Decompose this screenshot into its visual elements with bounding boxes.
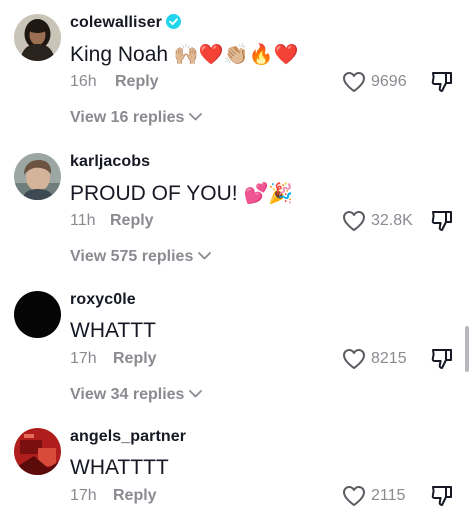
scrollbar-thumb[interactable] xyxy=(465,326,469,372)
heart-icon xyxy=(343,486,365,506)
comment-timestamp: 11h xyxy=(70,212,96,229)
avatar-image xyxy=(14,428,61,475)
comment-timestamp: 16h xyxy=(70,73,97,90)
view-replies-button[interactable]: View 34 replies xyxy=(70,386,203,404)
chevron-down-icon xyxy=(189,390,203,398)
comment-item: roxyc0le WHATTT 17h Reply View 34 replie… xyxy=(0,277,474,414)
comment-timestamp: 17h xyxy=(70,350,97,367)
dislike-button[interactable] xyxy=(430,484,454,508)
avatar[interactable] xyxy=(14,153,61,200)
comment-username[interactable]: colewalliser xyxy=(70,14,181,32)
like-button[interactable]: 2115 xyxy=(342,485,405,507)
avatar[interactable] xyxy=(14,291,61,338)
comment-username[interactable]: karljacobs xyxy=(70,153,150,171)
like-button[interactable]: 9696 xyxy=(342,71,407,93)
comment-timestamp: 17h xyxy=(70,487,97,504)
comment-text: WHATTTT xyxy=(70,456,169,479)
avatar-image xyxy=(14,14,61,61)
like-button[interactable]: 8215 xyxy=(342,348,407,370)
heart-icon xyxy=(343,72,365,92)
reply-button[interactable]: Reply xyxy=(113,487,157,505)
like-count: 8215 xyxy=(371,350,407,367)
view-replies-button[interactable]: View 16 replies xyxy=(70,109,203,127)
comment-item: karljacobs PROUD OF YOU! 💕🎉 11h Reply Vi… xyxy=(0,139,474,276)
avatar-image xyxy=(14,291,61,338)
avatar[interactable] xyxy=(14,428,61,475)
dislike-button[interactable] xyxy=(430,347,454,371)
chevron-down-icon xyxy=(198,252,212,260)
chevron-down-icon xyxy=(189,113,203,121)
verified-badge-icon xyxy=(165,14,181,29)
comment-item: colewalliser King Noah 🙌🏼❤️👏🏼🔥❤️ 16h Rep… xyxy=(0,0,474,137)
thumbs-down-icon xyxy=(431,349,452,369)
avatar-image xyxy=(14,153,61,200)
view-replies-button[interactable]: View 575 replies xyxy=(70,248,212,266)
thumbs-down-icon xyxy=(431,211,452,231)
heart-icon xyxy=(343,349,365,369)
comment-username[interactable]: roxyc0le xyxy=(70,291,136,309)
like-count: 32.8K xyxy=(371,212,413,229)
thumbs-down-icon xyxy=(431,486,452,506)
like-button[interactable]: 32.8K xyxy=(342,210,413,232)
comment-item: angels_partner WHATTTT 17h Reply 2115 xyxy=(0,414,474,522)
dislike-button[interactable] xyxy=(430,209,454,233)
comment-text: King Noah 🙌🏼❤️👏🏼🔥❤️ xyxy=(70,42,299,66)
comment-emojis: 🙌🏼❤️👏🏼🔥❤️ xyxy=(173,42,299,66)
like-count: 9696 xyxy=(371,73,407,90)
comment-text: WHATTT xyxy=(70,319,156,342)
avatar[interactable] xyxy=(14,14,61,61)
reply-button[interactable]: Reply xyxy=(113,350,157,368)
reply-button[interactable]: Reply xyxy=(115,73,159,91)
heart-icon xyxy=(343,211,365,231)
comment-emojis: 💕🎉 xyxy=(243,181,294,205)
comment-text: PROUD OF YOU! 💕🎉 xyxy=(70,181,294,205)
comments-screen: colewalliser King Noah 🙌🏼❤️👏🏼🔥❤️ 16h Rep… xyxy=(0,0,474,522)
reply-button[interactable]: Reply xyxy=(110,212,154,230)
thumbs-down-icon xyxy=(431,72,452,92)
like-count: 2115 xyxy=(371,487,406,504)
comment-username[interactable]: angels_partner xyxy=(70,428,186,446)
dislike-button[interactable] xyxy=(430,70,454,94)
